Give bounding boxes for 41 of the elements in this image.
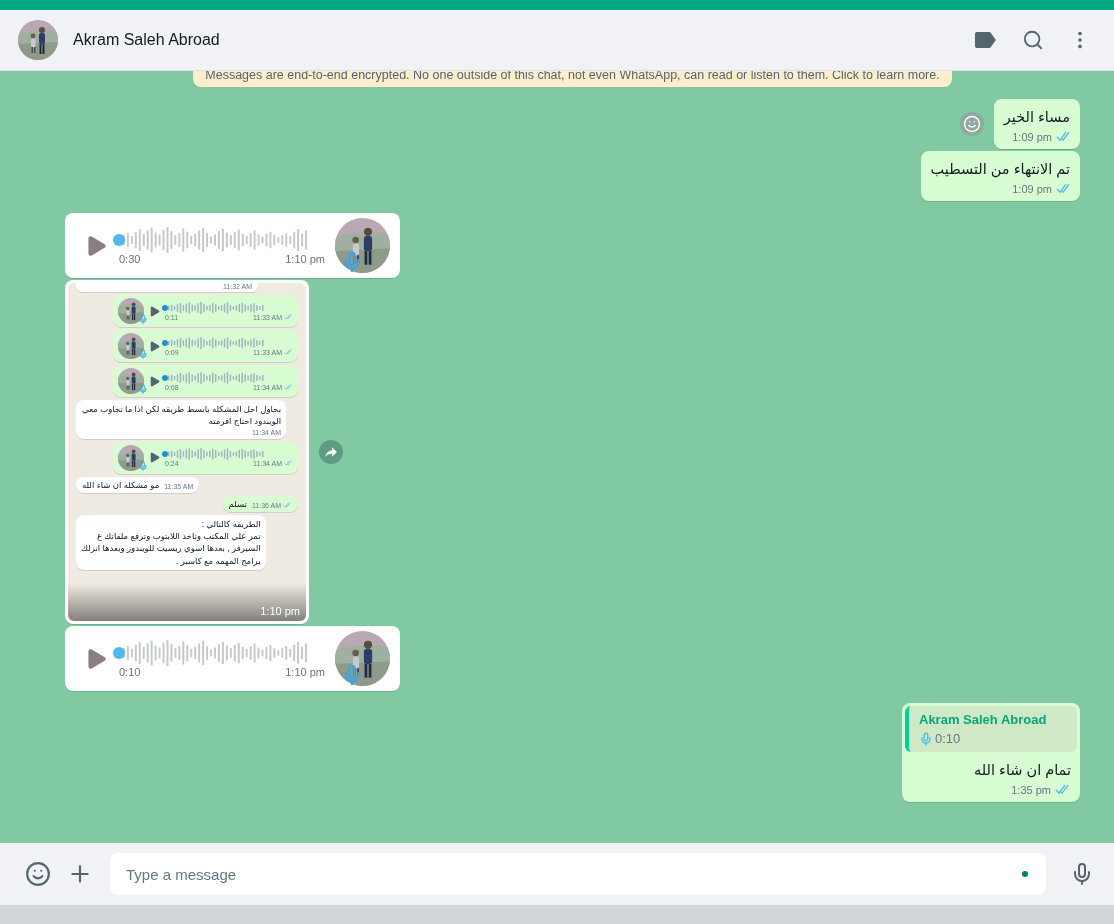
message-time: 1:10 pm [260,605,300,617]
quoted-message[interactable]: Akram Saleh Abroad 0:10 [905,706,1077,752]
dot-icon [1022,871,1028,877]
message-text: الطريقه كالتالي : تمر علي المكتب وتاخذ اللابتوب وترفع ملفاتك ع السيرفر , بعدها اسوي ريسيت للويندوز وبعدها انزلك برامج المهمه مع كاسبر . [81,517,261,567]
playback-thumb[interactable] [162,451,168,458]
playback-thumb[interactable] [113,233,125,246]
emoji-reaction-button[interactable] [959,112,984,136]
playback-thumb[interactable] [162,339,168,346]
forward-button[interactable] [319,440,343,464]
microphone-icon [919,731,933,746]
play-button[interactable] [148,451,161,465]
playback-thumb[interactable] [162,304,168,311]
playback-thumb[interactable] [162,374,168,381]
voice-duration: 0:30 [119,252,141,265]
microphone-icon [138,384,148,394]
message-text: تمام ان شاء الله [973,761,1072,780]
quote-author: Akram Saleh Abroad [919,712,1048,727]
microphone-icon [341,251,363,273]
message-time: 1:09 pm [1012,183,1052,195]
voice-duration: 0:10 [935,731,961,746]
chat-title: Akram Saleh Abroad [73,31,221,49]
message-text: بحاول احل المشكله بابسط طريقه لكن اذا ما تجاوب معي الويندود احتاج افرمته [81,403,281,428]
forward-arrow-icon [324,445,338,459]
microphone-icon [341,664,363,686]
message-time: 1:35 pm [1011,784,1051,796]
message-text: تم الانتهاء من التسطيب [929,160,1071,179]
play-button[interactable] [148,374,161,388]
message-text: مو مشكله ان شاء الله [82,479,160,490]
message-time: 1:09 pm [1012,131,1052,143]
microphone-icon [138,349,148,359]
message-time: 1:10 pm [285,252,325,265]
message-field[interactable]: Type a message [110,853,1046,895]
message-text: تسلم [228,498,247,509]
play-button[interactable] [148,339,161,353]
microphone-icon [138,314,148,324]
message-time: 1:10 pm [285,665,325,678]
play-button[interactable] [148,304,161,318]
message-text: مساء الخير [1002,108,1071,127]
voice-duration: 0:10 [119,665,141,678]
playback-thumb[interactable] [113,646,125,659]
microphone-icon [138,460,148,471]
